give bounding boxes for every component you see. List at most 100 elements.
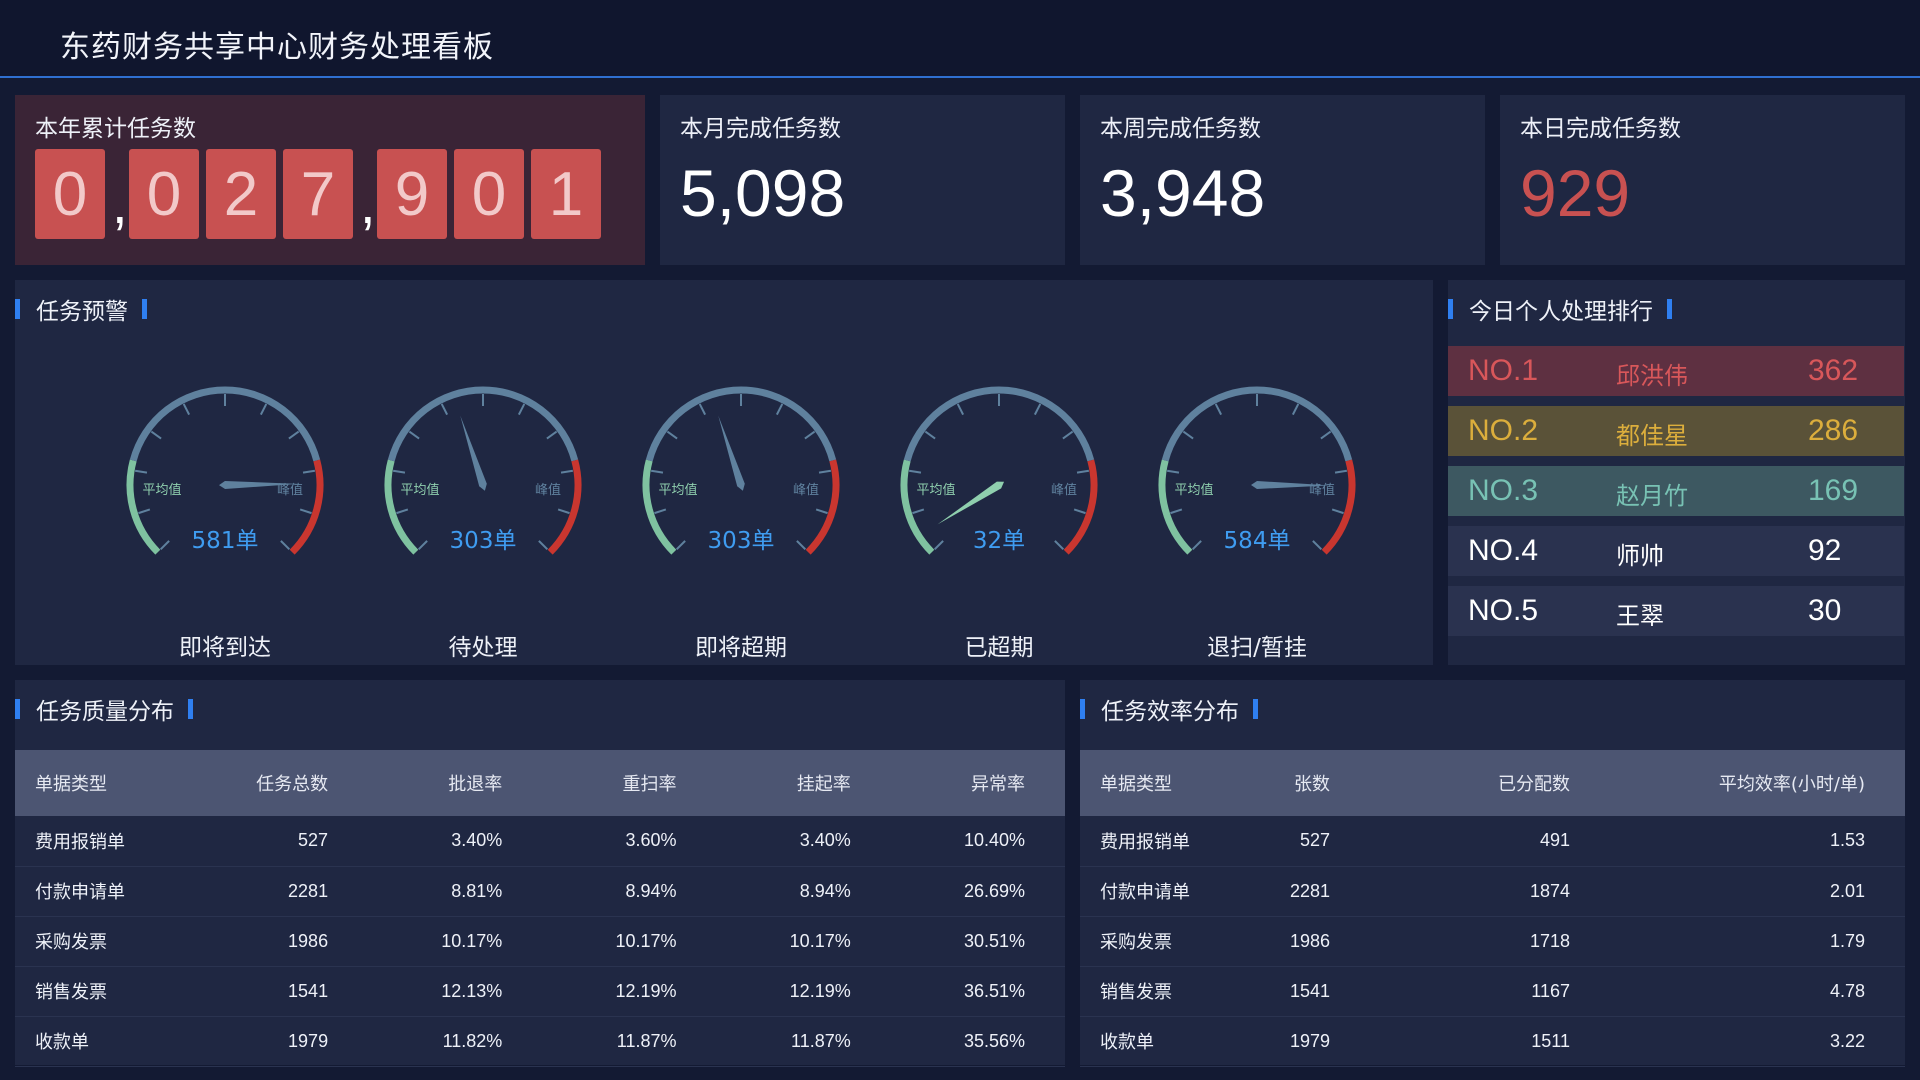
rank-number: NO.2 [1468, 414, 1539, 447]
gauge-arc-segment [805, 459, 840, 555]
title-bar-marker [15, 299, 20, 319]
gauge-widget: 平均值 峰值 581单 即将到达 [110, 370, 340, 661]
rank-number: NO.4 [1468, 534, 1539, 567]
gauge-tick [804, 430, 816, 440]
gauge-peak-label: 峰值 [535, 482, 561, 498]
table-cell: 12.19% [542, 966, 717, 1017]
table-cell: 11.87% [716, 1016, 891, 1067]
section-title: 今日个人处理排行 [1448, 294, 1672, 325]
table-cell: 527 [175, 816, 369, 867]
gauge-dial: 平均值 峰值 303单 [384, 386, 582, 555]
rank-number: NO.5 [1468, 594, 1539, 627]
gauge-widget: 平均值 峰值 303单 即将超期 [626, 370, 856, 661]
table-cell: 12.13% [368, 966, 543, 1017]
table-cell: 采购发票 [1080, 916, 1250, 967]
table-cell: 销售发票 [1080, 966, 1250, 1017]
gauge-tick [815, 508, 828, 515]
kpi-day-card: 本日完成任务数 929 [1500, 95, 1905, 265]
title-bar-marker [1253, 699, 1258, 719]
rank-count: 169 [1808, 474, 1859, 507]
table-cell: 1979 [1250, 1016, 1370, 1067]
table-cell: 费用报销单 [1080, 816, 1250, 867]
table-cell: 收款单 [1080, 1016, 1250, 1067]
gauge-widget: 平均值 峰值 584单 退扫/暂挂 [1142, 370, 1372, 661]
counter-digit: 1 [531, 149, 601, 239]
gauge-tick [1291, 403, 1300, 416]
title-bar-marker [1667, 299, 1672, 319]
gauge-value: 303单 [450, 528, 517, 554]
gauge-peak-label: 峰值 [793, 482, 819, 498]
title-bar-marker [142, 299, 147, 319]
section-title: 任务效率分布 [1080, 694, 1258, 725]
gauge-label: 退扫/暂挂 [1207, 635, 1307, 661]
table-cell: 491 [1370, 816, 1610, 867]
section-title: 任务质量分布 [15, 694, 193, 725]
table-cell: 1718 [1370, 916, 1610, 967]
rank-count: 92 [1808, 534, 1842, 567]
gauge-tick [182, 403, 191, 416]
gauge-tick [150, 430, 162, 440]
gauge-avg-label: 平均值 [142, 482, 181, 498]
gauge-tick [908, 469, 922, 474]
gauge-arc-segment [1321, 459, 1356, 555]
counter-separator: , [360, 172, 376, 235]
efficiency-title: 任务效率分布 [1101, 699, 1239, 725]
title-bar-marker [188, 699, 193, 719]
gauge-label: 待处理 [448, 635, 518, 661]
table-row: 收款单 1979 11.82% 11.87% 11.87% 35.56% [15, 1016, 1065, 1067]
gauge-tick [1312, 540, 1323, 551]
gauge-label: 即将到达 [179, 635, 271, 661]
table-row: 采购发票 1986 1718 1.79 [1080, 916, 1905, 967]
gauge-tick [417, 540, 428, 551]
gauge-peak-label: 峰值 [1309, 482, 1335, 498]
kpi-month-card: 本月完成任务数 5,098 [660, 95, 1065, 265]
gauge-dial: 平均值 峰值 303单 [642, 386, 840, 555]
rank-name: 师帅 [1616, 542, 1664, 570]
gauge-widget: 平均值 峰值 32单 已超期 [884, 370, 1114, 661]
table-cell: 付款申请单 [1080, 866, 1250, 917]
gauge-tick [775, 403, 784, 416]
table-cell: 1.53 [1610, 816, 1905, 867]
gauge-label: 已超期 [964, 635, 1034, 661]
quality-table: 单据类型 任务总数 批退率 重扫率 挂起率 异常率 费用报销单 527 3.40% 3… [15, 750, 1065, 1067]
rank-row: NO.3 赵月竹 169 [1448, 466, 1904, 516]
kpi-week-card: 本周完成任务数 3,948 [1080, 95, 1485, 265]
column-header: 单据类型 [15, 750, 175, 816]
table-row: 采购发票 1986 10.17% 10.17% 10.17% 30.51% [15, 916, 1065, 967]
gauge-tick [134, 469, 148, 474]
gauge-tick [956, 403, 965, 416]
gauge-tick [698, 403, 707, 416]
rank-count: 286 [1808, 414, 1859, 447]
kpi-month-label: 本月完成任务数 [680, 116, 841, 142]
kpi-week-value: 3,948 [1100, 156, 1266, 230]
counter-digit: 0 [129, 149, 199, 239]
efficiency-panel: 任务效率分布 单据类型 张数 已分配数 平均效率(小时/单) 费用报销单 527 4… [1080, 680, 1905, 1067]
gauge-avg-label: 平均值 [658, 482, 697, 498]
gauge-tick [1182, 430, 1194, 440]
gauge-tick [299, 508, 312, 515]
gauge-peak-label: 峰值 [1051, 482, 1077, 498]
efficiency-table: 单据类型 张数 已分配数 平均效率(小时/单) 费用报销单 527 491 1.53 付… [1080, 750, 1905, 1067]
table-cell: 付款申请单 [15, 866, 175, 917]
gauge-tick [818, 469, 832, 474]
column-header: 批退率 [368, 750, 543, 816]
table-cell: 30.51% [890, 916, 1065, 967]
gauge-tick [288, 430, 300, 440]
gauge-avg-label: 平均值 [916, 482, 955, 498]
gauge-tick [796, 540, 807, 551]
title-bar-marker [1448, 299, 1453, 319]
gauge-tick [1054, 540, 1065, 551]
gauge-tick [912, 508, 925, 515]
page-title: 东药财务共享中心财务处理看板 [60, 30, 494, 65]
column-header: 张数 [1250, 750, 1370, 816]
rank-number: NO.3 [1468, 474, 1539, 507]
gauge-needle [718, 415, 745, 491]
table-cell: 2281 [1250, 866, 1370, 917]
gauge-arc-segment [1158, 459, 1193, 555]
title-bar-marker [15, 699, 20, 719]
counter-separator: , [112, 172, 128, 235]
gauge-tick [546, 430, 558, 440]
table-cell: 3.40% [368, 816, 543, 867]
table-cell: 3.22 [1610, 1016, 1905, 1067]
table-cell: 2281 [175, 866, 369, 917]
